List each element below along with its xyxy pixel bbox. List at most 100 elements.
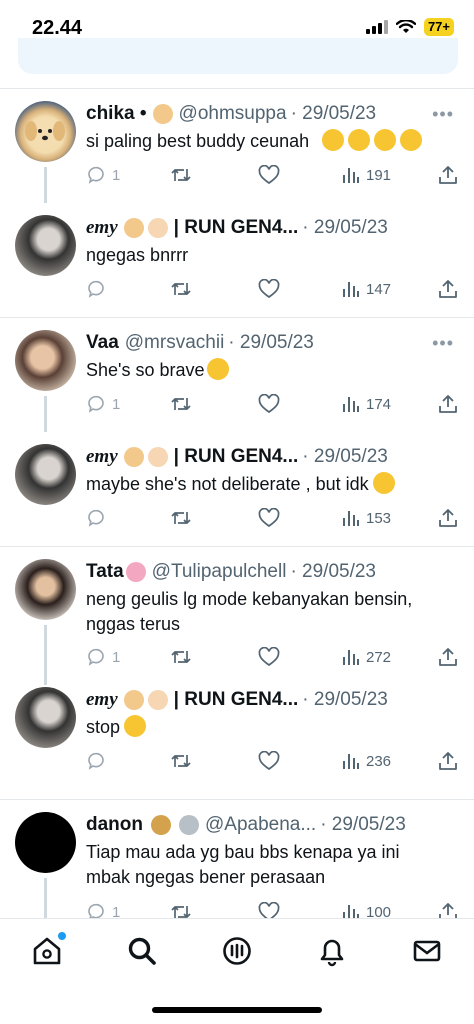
display-name[interactable]: chika • <box>86 103 147 125</box>
handle[interactable]: @Tulipapulchell <box>152 561 287 583</box>
share-icon <box>439 166 457 184</box>
timestamp: · 29/05/23 <box>290 103 377 124</box>
like-button[interactable] <box>258 279 280 299</box>
like-button[interactable] <box>258 751 280 771</box>
reply-button[interactable] <box>86 508 106 528</box>
nav-communities[interactable] <box>221 935 253 967</box>
display-name[interactable]: danon <box>86 814 143 836</box>
reply-button[interactable] <box>86 751 106 771</box>
reply-item[interactable]: emy | RUN GEN4... · 29/05/23 maybe she's… <box>0 432 474 546</box>
views-button[interactable]: 191 <box>342 165 391 185</box>
share-button[interactable] <box>438 647 458 667</box>
reply-icon <box>88 166 104 184</box>
more-icon[interactable]: ••• <box>432 104 454 125</box>
views-button[interactable]: 174 <box>342 394 391 414</box>
planet-emoji <box>151 815 171 835</box>
retweet-button[interactable] <box>170 165 192 185</box>
dog-emoji <box>123 447 144 467</box>
baby-emoji <box>147 690 168 710</box>
display-name[interactable]: emy <box>86 446 118 468</box>
more-icon[interactable]: ••• <box>432 333 454 354</box>
retweet-button[interactable] <box>170 279 192 299</box>
share-button[interactable] <box>438 165 458 185</box>
nav-messages[interactable] <box>411 935 443 967</box>
reply-item[interactable]: Vaa @mrsvachii · 29/05/23 ••• She's so b… <box>0 318 474 432</box>
like-button[interactable] <box>258 508 280 528</box>
reply-icon <box>88 395 104 413</box>
reply-item[interactable]: chika • @ohmsuppa · 29/05/23 ••• si pali… <box>0 89 474 203</box>
person-avatar[interactable] <box>15 330 76 391</box>
like-button[interactable] <box>258 394 280 414</box>
black-circle-avatar[interactable] <box>15 812 76 873</box>
action-bar: 1 174 <box>86 394 458 418</box>
timestamp: · 29/05/23 <box>320 814 406 835</box>
views-button[interactable]: 236 <box>342 751 391 771</box>
like-button[interactable] <box>258 647 280 667</box>
status-icons: 77+ <box>365 18 454 36</box>
handle[interactable]: @Apabena... <box>205 814 316 836</box>
timestamp: · 29/05/23 <box>228 332 314 353</box>
reply-item[interactable]: emy | RUN GEN4... · 29/05/23 ngegas bnrr… <box>0 203 474 317</box>
retweet-button[interactable] <box>170 508 192 528</box>
nav-notifications[interactable] <box>316 935 348 967</box>
reply-text: si paling best buddy ceunah <box>86 129 458 154</box>
views-button[interactable]: 153 <box>342 508 391 528</box>
person-avatar[interactable] <box>15 215 76 276</box>
heart-icon <box>258 647 280 667</box>
header-banner <box>18 38 458 74</box>
mindblown-emoji <box>322 129 345 151</box>
reply-header: Tata @Tulipapulchell · 29/05/23 <box>86 559 454 585</box>
reply-button[interactable]: 1 <box>86 165 120 185</box>
reply-text: ngegas bnrrr <box>86 245 189 265</box>
reply-header: emy | RUN GEN4... · 29/05/23 <box>86 444 454 470</box>
retweet-button[interactable] <box>170 751 192 771</box>
nav-home[interactable] <box>31 932 66 967</box>
reply-button[interactable]: 1 <box>86 647 120 667</box>
analytics-icon <box>343 511 359 526</box>
person-avatar[interactable] <box>15 444 76 505</box>
reply-header: chika • @ohmsuppa · 29/05/23 ••• <box>86 101 454 127</box>
views-button[interactable]: 272 <box>342 647 391 667</box>
retweet-button[interactable] <box>170 394 192 414</box>
views-button[interactable]: 147 <box>342 279 391 299</box>
share-button[interactable] <box>438 508 458 528</box>
timestamp: · 29/05/23 <box>302 689 388 710</box>
like-button[interactable] <box>258 165 280 185</box>
reply-item[interactable]: emy | RUN GEN4... · 29/05/23 stop 236 <box>0 685 474 799</box>
bottom-nav <box>0 918 474 1024</box>
reply-item[interactable]: Tata @Tulipapulchell · 29/05/23 neng geu… <box>0 547 474 685</box>
share-button[interactable] <box>438 751 458 771</box>
reply-icon <box>88 280 104 298</box>
grimace-emoji <box>206 358 229 380</box>
reply-icon <box>88 509 104 527</box>
action-bar: 1 272 <box>86 647 458 671</box>
reply-button[interactable] <box>86 279 106 299</box>
person-avatar[interactable] <box>15 559 76 620</box>
reply-icon <box>88 648 104 666</box>
retweet-icon <box>171 651 191 663</box>
handle[interactable]: | RUN GEN4... <box>174 689 299 711</box>
reply-icon <box>88 752 104 770</box>
display-name[interactable]: emy <box>86 217 118 239</box>
heart-icon <box>258 165 280 185</box>
share-button[interactable] <box>438 279 458 299</box>
handle[interactable]: @ohmsuppa <box>179 103 287 125</box>
reply-button[interactable]: 1 <box>86 394 120 414</box>
display-name[interactable]: Vaa <box>86 332 119 354</box>
person-avatar[interactable] <box>15 687 76 748</box>
share-button[interactable] <box>438 394 458 414</box>
handle[interactable]: @mrsvachii <box>125 332 225 354</box>
nav-search[interactable] <box>126 935 158 967</box>
handle[interactable]: | RUN GEN4... <box>174 217 299 239</box>
thread-line <box>44 625 47 685</box>
retweet-icon <box>171 755 191 767</box>
display-name[interactable]: Tata <box>86 561 124 583</box>
display-name[interactable]: emy <box>86 689 118 711</box>
bell-icon <box>320 939 344 967</box>
rofl-emoji <box>372 472 395 494</box>
retweet-button[interactable] <box>170 647 192 667</box>
heart-icon <box>258 394 280 414</box>
golden-retriever-avatar[interactable] <box>15 101 76 162</box>
heart-icon <box>258 751 280 771</box>
handle[interactable]: | RUN GEN4... <box>174 446 299 468</box>
